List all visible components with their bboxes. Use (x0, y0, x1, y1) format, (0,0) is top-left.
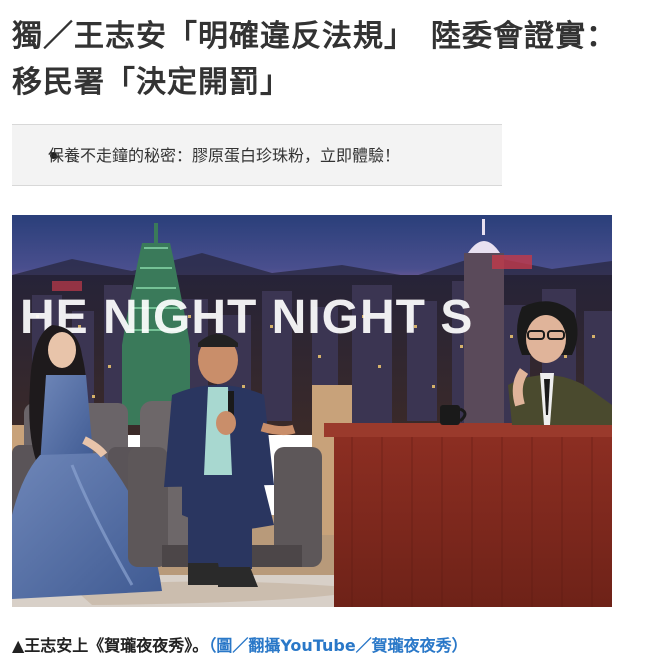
promo-box: 保養不走鐘的秘密：膠原蛋白珍珠粉，立即體驗！ (12, 124, 502, 186)
caption-credit: （圖／翻攝YouTube／賀瓏夜夜秀） (208, 636, 468, 655)
talk-show-photo: HE NIGHT NIGHT S (12, 215, 612, 607)
photo-caption: ▲王志安上《賀瓏夜夜秀》。（圖／翻攝YouTube／賀瓏夜夜秀） (12, 634, 468, 658)
show-sign-text: HE NIGHT NIGHT S (20, 291, 473, 344)
article-page: 獨／王志安「明確違反法規」 陸委會證實：移民署「決定開罰」 保養不走鐘的秘密：膠… (0, 0, 646, 667)
promo-link[interactable]: 保養不走鐘的秘密：膠原蛋白珍珠粉，立即體驗！ (48, 146, 400, 166)
article-headline: 獨／王志安「明確違反法規」 陸委會證實：移民署「決定開罰」 (12, 19, 617, 100)
caption-text: ▲王志安上《賀瓏夜夜秀》。 (12, 636, 209, 655)
article-photo: HE NIGHT NIGHT S (12, 215, 612, 607)
